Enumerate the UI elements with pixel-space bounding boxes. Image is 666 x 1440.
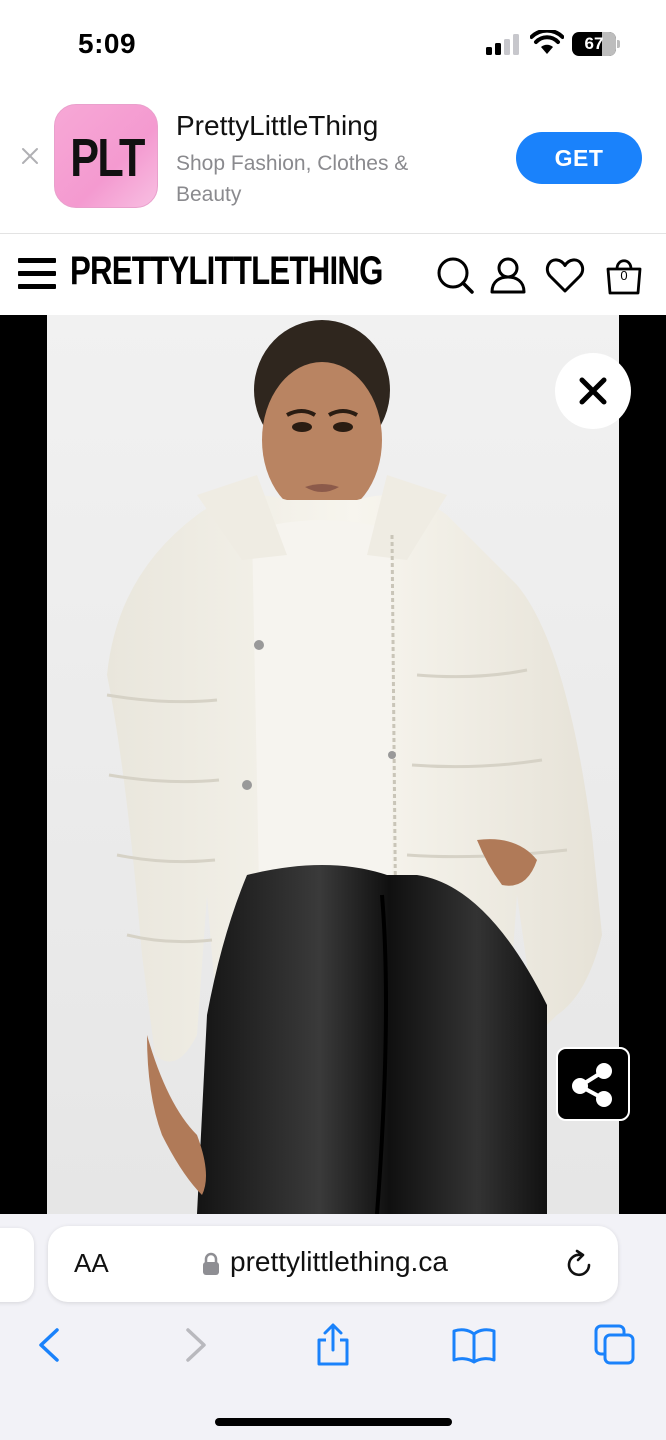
share-icon[interactable]: [310, 1322, 356, 1368]
app-name: PrettyLittleThing: [176, 110, 379, 141]
home-indicator: [215, 1418, 452, 1426]
battery-level: 67: [584, 34, 604, 53]
bag-count: 0: [620, 268, 628, 283]
smart-app-banner: PLT PrettyLittleThing Shop Fashion, Clot…: [0, 90, 666, 234]
product-image-viewer: [0, 315, 666, 1214]
menu-icon[interactable]: [18, 258, 56, 290]
back-icon[interactable]: [27, 1322, 73, 1368]
forward-icon[interactable]: [172, 1322, 218, 1368]
reload-icon[interactable]: [564, 1248, 596, 1280]
close-image-button[interactable]: [555, 353, 631, 429]
cellular-signal-icon: [486, 33, 522, 55]
close-icon: [579, 377, 607, 405]
get-app-button[interactable]: GET: [516, 132, 642, 184]
battery-icon: 67: [572, 32, 620, 56]
wishlist-heart-icon[interactable]: [545, 255, 585, 295]
site-logo[interactable]: PRETTYLITTLETHING: [70, 249, 383, 294]
text-size-button[interactable]: AA: [74, 1248, 109, 1279]
app-icon[interactable]: PLT: [54, 104, 158, 208]
previous-tab-peek[interactable]: [0, 1228, 34, 1302]
url-text: prettylittlething.ca: [230, 1246, 448, 1277]
lock-icon: [203, 1252, 219, 1275]
tabs-icon[interactable]: [592, 1322, 638, 1368]
search-icon[interactable]: [435, 255, 475, 295]
banner-close-icon[interactable]: [20, 146, 40, 166]
wifi-icon: [530, 30, 564, 54]
shopping-bag-icon[interactable]: 0: [604, 255, 644, 295]
status-time: 5:09: [78, 28, 137, 59]
status-bar: 5:09 67: [0, 0, 666, 90]
app-icon-text: PLT: [70, 128, 145, 188]
app-subtitle: Shop Fashion, Clothes & Beauty: [176, 152, 409, 206]
address-bar[interactable]: AA prettylittlething.ca: [48, 1226, 618, 1302]
safari-toolbar: AA prettylittlething.ca: [0, 1214, 666, 1440]
site-header: PRETTYLITTLETHING 0: [0, 235, 666, 315]
share-icon: [572, 1063, 612, 1107]
bookmarks-icon[interactable]: [451, 1322, 497, 1368]
account-icon[interactable]: [488, 255, 528, 295]
share-product-button[interactable]: [556, 1047, 630, 1121]
product-photo[interactable]: [47, 315, 619, 1214]
